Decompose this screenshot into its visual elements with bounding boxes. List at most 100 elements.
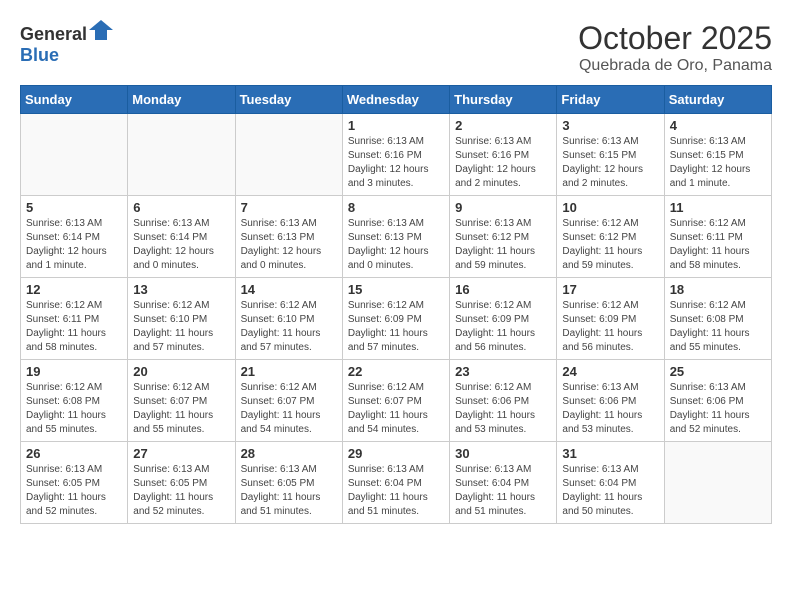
sunset-info: Sunset: 6:12 PM <box>562 232 636 243</box>
calendar-day-cell: 19Sunrise: 6:12 AMSunset: 6:08 PMDayligh… <box>21 360 128 442</box>
weekday-header-tuesday: Tuesday <box>235 86 342 114</box>
day-number: 6 <box>133 200 229 215</box>
weekday-header-thursday: Thursday <box>450 86 557 114</box>
day-info: Sunrise: 6:12 AMSunset: 6:11 PMDaylight:… <box>670 217 766 273</box>
day-number: 14 <box>241 282 337 297</box>
calendar-day-cell: 2Sunrise: 6:13 AMSunset: 6:16 PMDaylight… <box>450 114 557 196</box>
sunrise-info: Sunrise: 6:13 AM <box>348 464 424 475</box>
sunset-info: Sunset: 6:11 PM <box>670 232 743 243</box>
day-number: 27 <box>133 446 229 461</box>
day-number: 4 <box>670 118 766 133</box>
sunrise-info: Sunrise: 6:13 AM <box>26 464 102 475</box>
calendar-day-cell: 13Sunrise: 6:12 AMSunset: 6:10 PMDayligh… <box>128 278 235 360</box>
day-info: Sunrise: 6:12 AMSunset: 6:08 PMDaylight:… <box>670 299 766 355</box>
day-info: Sunrise: 6:12 AMSunset: 6:10 PMDaylight:… <box>241 299 337 355</box>
title-area: October 2025 Quebrada de Oro, Panama <box>578 20 772 75</box>
daylight-label: Daylight: 11 hours and 53 minutes. <box>455 410 535 435</box>
day-info: Sunrise: 6:13 AMSunset: 6:13 PMDaylight:… <box>241 217 337 273</box>
logo-icon <box>89 20 113 40</box>
calendar-day-cell: 28Sunrise: 6:13 AMSunset: 6:05 PMDayligh… <box>235 442 342 524</box>
day-number: 12 <box>26 282 122 297</box>
day-info: Sunrise: 6:12 AMSunset: 6:09 PMDaylight:… <box>348 299 444 355</box>
daylight-label: Daylight: 11 hours and 52 minutes. <box>26 492 106 517</box>
daylight-label: Daylight: 11 hours and 58 minutes. <box>26 328 106 353</box>
calendar-day-cell: 21Sunrise: 6:12 AMSunset: 6:07 PMDayligh… <box>235 360 342 442</box>
day-info: Sunrise: 6:13 AMSunset: 6:04 PMDaylight:… <box>455 463 551 519</box>
day-number: 29 <box>348 446 444 461</box>
sunset-info: Sunset: 6:04 PM <box>455 478 529 489</box>
calendar-day-cell: 14 Sunrise: 6:12 AMSunset: 6:10 PMDayligh… <box>235 278 342 360</box>
sunrise-info: Sunrise: 6:13 AM <box>455 218 531 229</box>
day-info: Sunrise: 6:13 AMSunset: 6:05 PMDaylight:… <box>26 463 122 519</box>
logo-blue: Blue <box>20 45 59 65</box>
calendar-day-cell: 31Sunrise: 6:13 AMSunset: 6:04 PMDayligh… <box>557 442 664 524</box>
day-info: Sunrise: 6:12 AMSunset: 6:11 PMDaylight:… <box>26 299 122 355</box>
daylight-label: Daylight: 12 hours and 3 minutes. <box>348 164 429 189</box>
sunrise-info: Sunrise: 6:12 AM <box>241 300 317 311</box>
day-number: 18 <box>670 282 766 297</box>
day-number: 24 <box>562 364 658 379</box>
calendar-day-cell: 18 Sunrise: 6:12 AMSunset: 6:08 PMDayligh… <box>664 278 771 360</box>
calendar-day-cell: 4 Sunrise: 6:13 AMSunset: 6:15 PMDaylight… <box>664 114 771 196</box>
sunset-info: Sunset: 6:16 PM <box>455 150 529 161</box>
sunset-info: Sunset: 6:11 PM <box>26 314 99 325</box>
day-info: Sunrise: 6:13 AMSunset: 6:15 PMDaylight:… <box>562 135 658 191</box>
calendar-day-cell: 27Sunrise: 6:13 AMSunset: 6:05 PMDayligh… <box>128 442 235 524</box>
weekday-header-saturday: Saturday <box>664 86 771 114</box>
day-number: 2 <box>455 118 551 133</box>
sunset-info: Sunset: 6:04 PM <box>348 478 422 489</box>
daylight-label: Daylight: 12 hours and 1 minute. <box>670 164 751 189</box>
calendar-day-cell: 8Sunrise: 6:13 AMSunset: 6:13 PMDaylight… <box>342 196 449 278</box>
weekday-header-row: SundayMondayTuesdayWednesdayThursdayFrid… <box>21 86 772 114</box>
calendar-day-cell: 23Sunrise: 6:12 AMSunset: 6:06 PMDayligh… <box>450 360 557 442</box>
sunset-info: Sunset: 6:13 PM <box>348 232 422 243</box>
calendar-day-cell: 1Sunrise: 6:13 AMSunset: 6:16 PMDaylight… <box>342 114 449 196</box>
daylight-label: Daylight: 12 hours and 0 minutes. <box>241 246 322 271</box>
sunrise-info: Sunrise: 6:12 AM <box>455 300 531 311</box>
daylight-label: Daylight: 11 hours and 57 minutes. <box>241 328 321 353</box>
daylight-label: Daylight: 11 hours and 56 minutes. <box>455 328 535 353</box>
daylight-label: Daylight: 11 hours and 51 minutes. <box>348 492 428 517</box>
daylight-label: Daylight: 11 hours and 59 minutes. <box>562 246 642 271</box>
day-number: 23 <box>455 364 551 379</box>
day-info: Sunrise: 6:13 AMSunset: 6:14 PMDaylight:… <box>133 217 229 273</box>
sunrise-info: Sunrise: 6:12 AM <box>562 218 638 229</box>
daylight-label: Daylight: 11 hours and 51 minutes. <box>241 492 321 517</box>
sunset-info: Sunset: 6:09 PM <box>348 314 422 325</box>
day-info: Sunrise: 6:12 AMSunset: 6:09 PMDaylight:… <box>455 299 551 355</box>
daylight-label: Daylight: 11 hours and 55 minutes. <box>26 410 106 435</box>
calendar-day-cell: 11 Sunrise: 6:12 AMSunset: 6:11 PMDayligh… <box>664 196 771 278</box>
calendar-day-cell <box>235 114 342 196</box>
sunset-info: Sunset: 6:15 PM <box>670 150 744 161</box>
calendar-day-cell: 25Sunrise: 6:13 AMSunset: 6:06 PMDayligh… <box>664 360 771 442</box>
sunrise-info: Sunrise: 6:13 AM <box>562 382 638 393</box>
day-number: 19 <box>26 364 122 379</box>
calendar-day-cell: 30Sunrise: 6:13 AMSunset: 6:04 PMDayligh… <box>450 442 557 524</box>
day-number: 22 <box>348 364 444 379</box>
calendar-week-row: 12Sunrise: 6:12 AMSunset: 6:11 PMDayligh… <box>21 278 772 360</box>
calendar-day-cell: 16Sunrise: 6:12 AMSunset: 6:09 PMDayligh… <box>450 278 557 360</box>
sunrise-info: Sunrise: 6:13 AM <box>133 218 209 229</box>
calendar-day-cell: 15Sunrise: 6:12 AMSunset: 6:09 PMDayligh… <box>342 278 449 360</box>
sunset-info: Sunset: 6:14 PM <box>133 232 207 243</box>
daylight-label: Daylight: 11 hours and 58 minutes. <box>670 246 750 271</box>
day-number: 26 <box>26 446 122 461</box>
day-number: 20 <box>133 364 229 379</box>
daylight-label: Daylight: 11 hours and 57 minutes. <box>133 328 213 353</box>
sunrise-info: Sunrise: 6:13 AM <box>241 464 317 475</box>
day-number: 11 <box>670 200 766 215</box>
sunset-info: Sunset: 6:09 PM <box>562 314 636 325</box>
day-info: Sunrise: 6:12 AM Sunset: 6:12 PM Daylight:… <box>562 217 658 273</box>
day-number: 10 <box>562 200 658 215</box>
sunrise-info: Sunrise: 6:12 AM <box>241 382 317 393</box>
day-info: Sunrise: 6:13 AMSunset: 6:15 PMDaylight:… <box>670 135 766 191</box>
daylight-label: Daylight: 11 hours and 59 minutes. <box>455 246 535 271</box>
calendar-day-cell: 20Sunrise: 6:12 AMSunset: 6:07 PMDayligh… <box>128 360 235 442</box>
page-header: General Blue October 2025 Quebrada de Or… <box>20 20 772 75</box>
sunrise-info: Sunrise: 6:13 AM <box>670 382 746 393</box>
day-info: Sunrise: 6:13 AMSunset: 6:05 PMDaylight:… <box>241 463 337 519</box>
day-info: Sunrise: 6:12 AMSunset: 6:10 PMDaylight:… <box>133 299 229 355</box>
calendar-week-row: 1Sunrise: 6:13 AMSunset: 6:16 PMDaylight… <box>21 114 772 196</box>
daylight-label: Daylight: 11 hours and 52 minutes. <box>133 492 213 517</box>
day-number: 3 <box>562 118 658 133</box>
